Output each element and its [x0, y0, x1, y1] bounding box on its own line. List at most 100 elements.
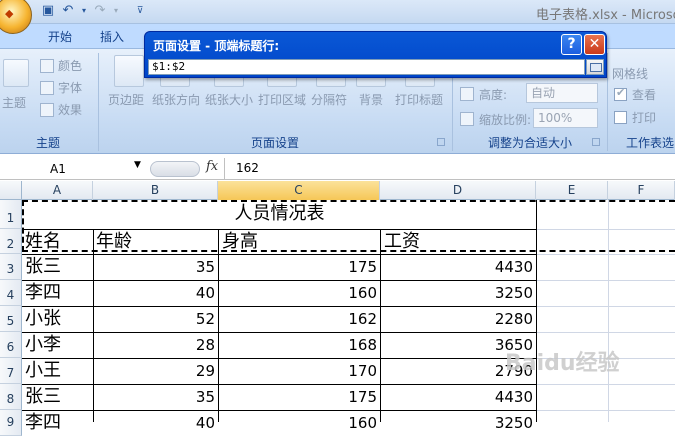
cell-name[interactable]: 小王 — [25, 358, 61, 384]
margins-button[interactable]: 页边距 — [108, 91, 144, 108]
header-salary[interactable]: 工资 — [384, 229, 420, 255]
customize-qat-icon[interactable]: ⊽ — [132, 3, 148, 19]
cell-name[interactable]: 张三 — [25, 254, 61, 280]
undo-dropdown-icon[interactable]: ▾ — [76, 3, 92, 19]
breaks-button[interactable]: 分隔符 — [311, 91, 347, 108]
row-header-7[interactable]: 7 — [0, 358, 22, 384]
row-header-3[interactable]: 3 — [0, 254, 22, 280]
row-header-5[interactable]: 5 — [0, 306, 22, 332]
cell-age[interactable]: 35 — [93, 384, 215, 410]
page-setup-dialog: 页面设置 - 顶端标题行: ? ✕ $1:$2 — [144, 31, 607, 78]
header-name[interactable]: 姓名 — [25, 229, 61, 255]
cell-height[interactable]: 168 — [218, 332, 377, 358]
scale-launcher-icon[interactable] — [592, 138, 600, 146]
cell-height[interactable]: 170 — [218, 358, 377, 384]
name-box-dropdown-icon[interactable]: ▼ — [134, 160, 141, 170]
cell-age[interactable]: 40 — [93, 280, 215, 306]
scale-spinner[interactable]: 100% — [533, 108, 598, 128]
row-header-6[interactable]: 6 — [0, 332, 22, 358]
orientation-button[interactable]: 纸张方向 — [152, 91, 200, 108]
row-header-8[interactable]: 8 — [0, 384, 22, 410]
print-title-rows-input[interactable]: $1:$2 — [148, 59, 585, 75]
column-header-c[interactable]: C — [218, 181, 380, 200]
column-header-e[interactable]: E — [536, 181, 608, 200]
cell-name[interactable]: 李四 — [25, 410, 61, 436]
height-select[interactable]: 自动 — [526, 83, 598, 103]
window-title: 电子表格.xlsx - Microso — [536, 8, 675, 23]
page-setup-group-label: 页面设置 — [250, 136, 299, 150]
expand-dialog-icon[interactable] — [586, 59, 604, 75]
cell-age[interactable]: 29 — [93, 358, 215, 384]
column-header-a[interactable]: A — [22, 181, 93, 200]
cell-name[interactable]: 李四 — [25, 280, 61, 306]
cell-salary[interactable]: 2280 — [380, 306, 533, 332]
theme-group-label: 主题 — [35, 136, 60, 150]
group-separator — [607, 53, 608, 151]
themes-icon[interactable] — [3, 59, 29, 87]
print-titles-button[interactable]: 打印标题 — [395, 91, 443, 108]
group-separator — [98, 53, 99, 151]
gridline — [608, 200, 609, 422]
themes-button[interactable]: 主题 — [2, 94, 26, 111]
colors-button[interactable]: 颜色 — [58, 57, 82, 74]
row-header-9[interactable]: 9 — [0, 410, 22, 436]
cell-name[interactable]: 张三 — [25, 384, 61, 410]
cell-salary[interactable]: 3250 — [380, 410, 533, 436]
row-header-4[interactable]: 4 — [0, 280, 22, 306]
gridlines-print-checkbox[interactable] — [614, 111, 627, 124]
header-age[interactable]: 年龄 — [96, 229, 132, 255]
cell-salary[interactable]: 3250 — [380, 280, 533, 306]
cell-age[interactable]: 52 — [93, 306, 215, 332]
formula-input[interactable]: 162 — [236, 161, 259, 175]
name-box[interactable]: A1 — [0, 160, 146, 178]
tab-home[interactable]: 开始 — [38, 27, 82, 48]
redo-dropdown-icon[interactable]: ▾ — [108, 3, 124, 19]
save-icon[interactable]: ▣ — [40, 3, 56, 19]
select-all-corner[interactable] — [0, 181, 22, 200]
column-header-f[interactable]: F — [608, 181, 675, 200]
column-header-b[interactable]: B — [93, 181, 218, 200]
header-height[interactable]: 身高 — [222, 229, 258, 255]
sheet-options-group-label: 工作表选 — [626, 136, 675, 150]
gridlines-print-label: 打印 — [632, 111, 657, 125]
scale-icon — [460, 112, 474, 126]
cell-salary[interactable]: 4430 — [380, 254, 533, 280]
column-header-d[interactable]: D — [380, 181, 536, 200]
cell-height[interactable]: 160 — [218, 410, 377, 436]
cell-name[interactable]: 小张 — [25, 306, 61, 332]
cell-age[interactable]: 28 — [93, 332, 215, 358]
page-setup-launcher-icon[interactable] — [437, 138, 445, 146]
fonts-button[interactable]: 字体 — [58, 79, 82, 96]
table-border — [536, 200, 537, 422]
effects-button[interactable]: 效果 — [58, 101, 82, 118]
cell-height[interactable]: 160 — [218, 280, 377, 306]
undo-icon[interactable]: ↶ — [60, 3, 76, 19]
redo-icon[interactable]: ↷ — [92, 3, 108, 19]
cell-height[interactable]: 162 — [218, 306, 377, 332]
background-button[interactable]: 背景 — [359, 91, 383, 108]
insert-function-icon[interactable]: fx — [206, 159, 218, 174]
cell-height[interactable]: 175 — [218, 384, 377, 410]
cell-height[interactable]: 175 — [218, 254, 377, 280]
cell-age[interactable]: 40 — [93, 410, 215, 436]
cell-name[interactable]: 小李 — [25, 332, 61, 358]
selection-marquee-top — [22, 200, 675, 202]
size-button[interactable]: 纸张大小 — [205, 91, 253, 108]
print-area-button[interactable]: 打印区域 — [258, 91, 306, 108]
scale-group-label: 调整为合适大小 — [487, 136, 572, 150]
formula-divider — [224, 158, 225, 180]
formula-bar: A1 ▼ fx 162 — [0, 158, 675, 180]
help-button[interactable]: ? — [561, 34, 582, 55]
row-header-2[interactable]: 2 — [0, 229, 22, 254]
cell-salary[interactable]: 4430 — [380, 384, 533, 410]
gridlines-view-checkbox[interactable] — [614, 86, 627, 101]
formula-bar-splitter[interactable] — [150, 161, 200, 177]
row-header-1[interactable]: 1 — [0, 200, 22, 229]
cell-age[interactable]: 35 — [93, 254, 215, 280]
tab-insert[interactable]: 插入 — [90, 27, 134, 48]
margins-icon[interactable] — [114, 55, 144, 87]
selection-marquee-left — [22, 200, 24, 252]
close-button[interactable]: ✕ — [584, 34, 605, 55]
dialog-title: 页面设置 - 顶端标题行: — [153, 39, 280, 53]
gridlines-label: 网格线 — [612, 67, 649, 81]
